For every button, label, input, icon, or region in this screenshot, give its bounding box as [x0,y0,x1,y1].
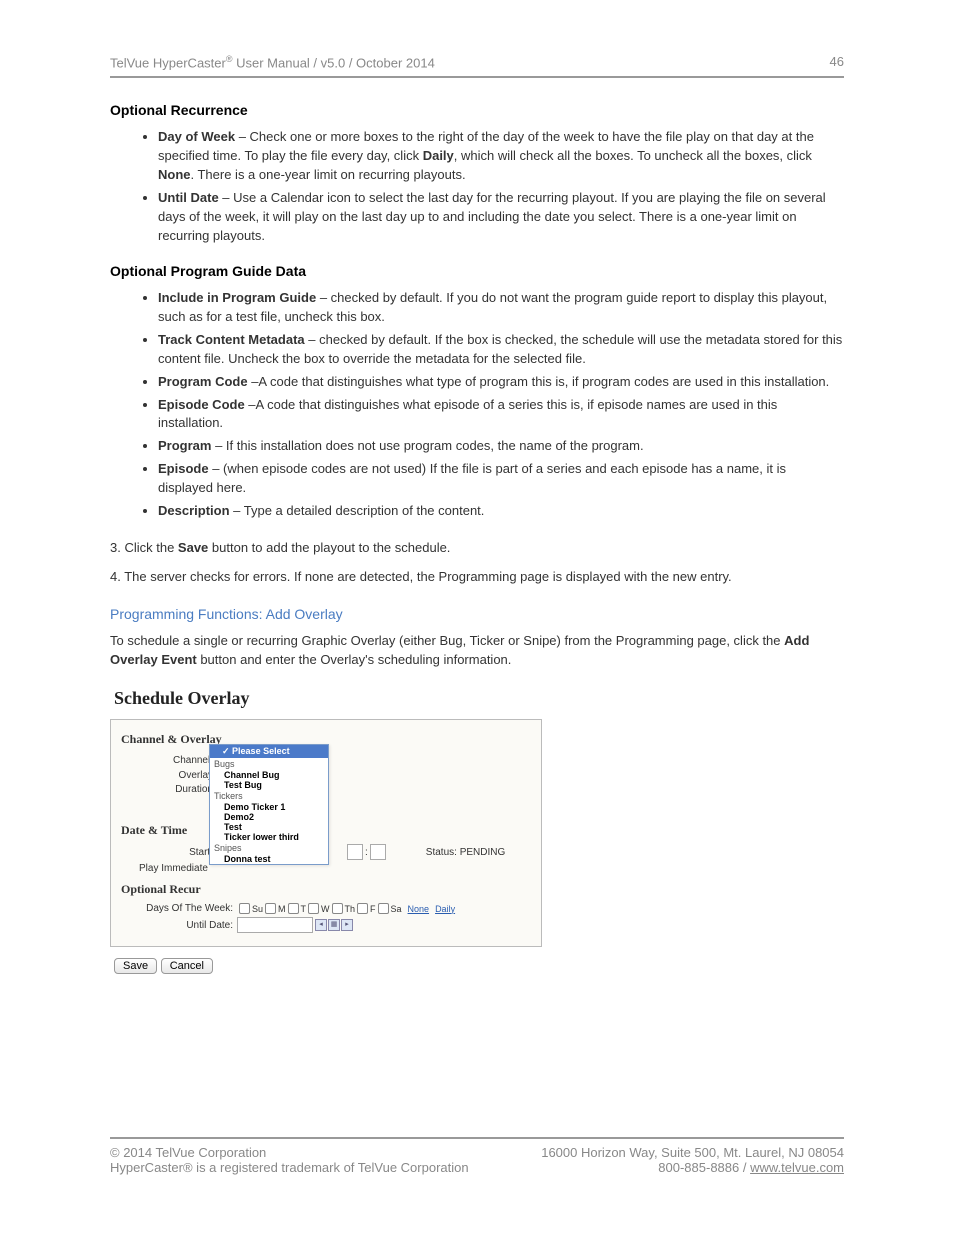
day-m-label: M [278,904,286,914]
page-number: 46 [830,54,844,70]
day-w-label: W [321,904,330,914]
play-immediate-label: Play Immediate [139,863,208,874]
dropdown-group-tickers: Tickers [210,790,328,802]
status-label: Status: PENDING [426,847,505,858]
dropdown-item[interactable]: Donna test [210,854,328,864]
footer-address: 16000 Horizon Way, Suite 500, Mt. Laurel… [541,1145,844,1160]
program-guide-list: Include in Program Guide – checked by de… [158,289,844,520]
day-sa-checkbox[interactable] [378,903,389,914]
dropdown-item[interactable]: Test [210,822,328,832]
dropdown-group-bugs: Bugs [210,758,328,770]
page-header: TelVue HyperCaster® User Manual / v5.0 /… [110,54,844,70]
start-label: Start: [121,847,217,858]
list-item: Include in Program Guide – checked by de… [158,289,844,327]
day-sa-label: Sa [391,904,402,914]
days-of-week-label: Days Of The Week: [121,903,237,914]
save-button[interactable]: Save [114,958,157,974]
day-su-checkbox[interactable] [239,903,250,914]
day-w-checkbox[interactable] [308,903,319,914]
until-date-input[interactable] [237,917,313,933]
none-link[interactable]: None [408,904,430,914]
day-f-label: F [370,904,376,914]
day-t-checkbox[interactable] [288,903,299,914]
dropdown-group-snipes: Snipes [210,842,328,854]
list-item: Track Content Metadata – checked by defa… [158,331,844,369]
dropdown-item[interactable]: Ticker lower third [210,832,328,842]
day-t-label: T [301,904,307,914]
list-item: Program – If this installation does not … [158,437,844,456]
subheading-add-overlay: Programming Functions: Add Overlay [110,606,844,622]
dropdown-item[interactable]: Test Bug [210,780,328,790]
dropdown-item[interactable]: Channel Bug [210,770,328,780]
section-optional-recur: Optional Recur [121,882,531,897]
step-3: 3. Click the Save button to add the play… [110,539,844,558]
until-date-label: Until Date: [121,920,237,931]
footer-copyright: © 2014 TelVue Corporation [110,1145,266,1160]
day-f-checkbox[interactable] [357,903,368,914]
calendar-icon[interactable]: ▦ [328,919,340,931]
calendar-prev-icon[interactable]: ◂ [315,919,327,931]
dropdown-item[interactable]: Demo Ticker 1 [210,802,328,812]
list-item: Description – Type a detailed descriptio… [158,502,844,521]
page-footer: © 2014 TelVue Corporation 16000 Horizon … [110,1131,844,1176]
list-item: Episode – (when episode codes are not us… [158,460,844,498]
start-min-input[interactable] [370,844,386,860]
day-su-label: Su [252,904,263,914]
cancel-button[interactable]: Cancel [161,958,213,974]
heading-program-guide: Optional Program Guide Data [110,263,844,279]
day-th-label: Th [345,904,356,914]
list-item: Until Date – Use a Calendar icon to sele… [158,189,844,246]
list-item: Program Code –A code that distinguishes … [158,373,844,392]
channel-label: Channel: [121,755,217,766]
day-m-checkbox[interactable] [265,903,276,914]
schedule-overlay-panel: Channel & Overlay Channel: Channel 1 Ove… [110,719,542,947]
header-left: TelVue HyperCaster® User Manual / v5.0 /… [110,54,435,70]
duration-label: Duration [121,784,217,795]
start-hour-input[interactable] [347,844,363,860]
daily-link[interactable]: Daily [435,904,455,914]
schedule-overlay-title: Schedule Overlay [114,688,844,709]
footer-trademark: HyperCaster® is a registered trademark o… [110,1160,469,1175]
footer-contact: 800-885-8886 / www.telvue.com [658,1160,844,1175]
overlay-dropdown[interactable]: ✓ Please Select Bugs Channel Bug Test Bu… [209,744,329,865]
footer-url-link[interactable]: www.telvue.com [750,1160,844,1175]
overlay-intro: To schedule a single or recurring Graphi… [110,632,844,670]
dropdown-selected[interactable]: ✓ Please Select [210,745,328,758]
day-th-checkbox[interactable] [332,903,343,914]
header-rule [110,76,844,78]
list-item: Day of Week – Check one or more boxes to… [158,128,844,185]
overlay-label: Overlay [121,770,217,781]
list-item: Episode Code –A code that distinguishes … [158,396,844,434]
recurrence-list: Day of Week – Check one or more boxes to… [158,128,844,245]
heading-optional-recurrence: Optional Recurrence [110,102,844,118]
step-4: 4. The server checks for errors. If none… [110,568,844,587]
dropdown-item[interactable]: Demo2 [210,812,328,822]
calendar-next-icon[interactable]: ▸ [341,919,353,931]
